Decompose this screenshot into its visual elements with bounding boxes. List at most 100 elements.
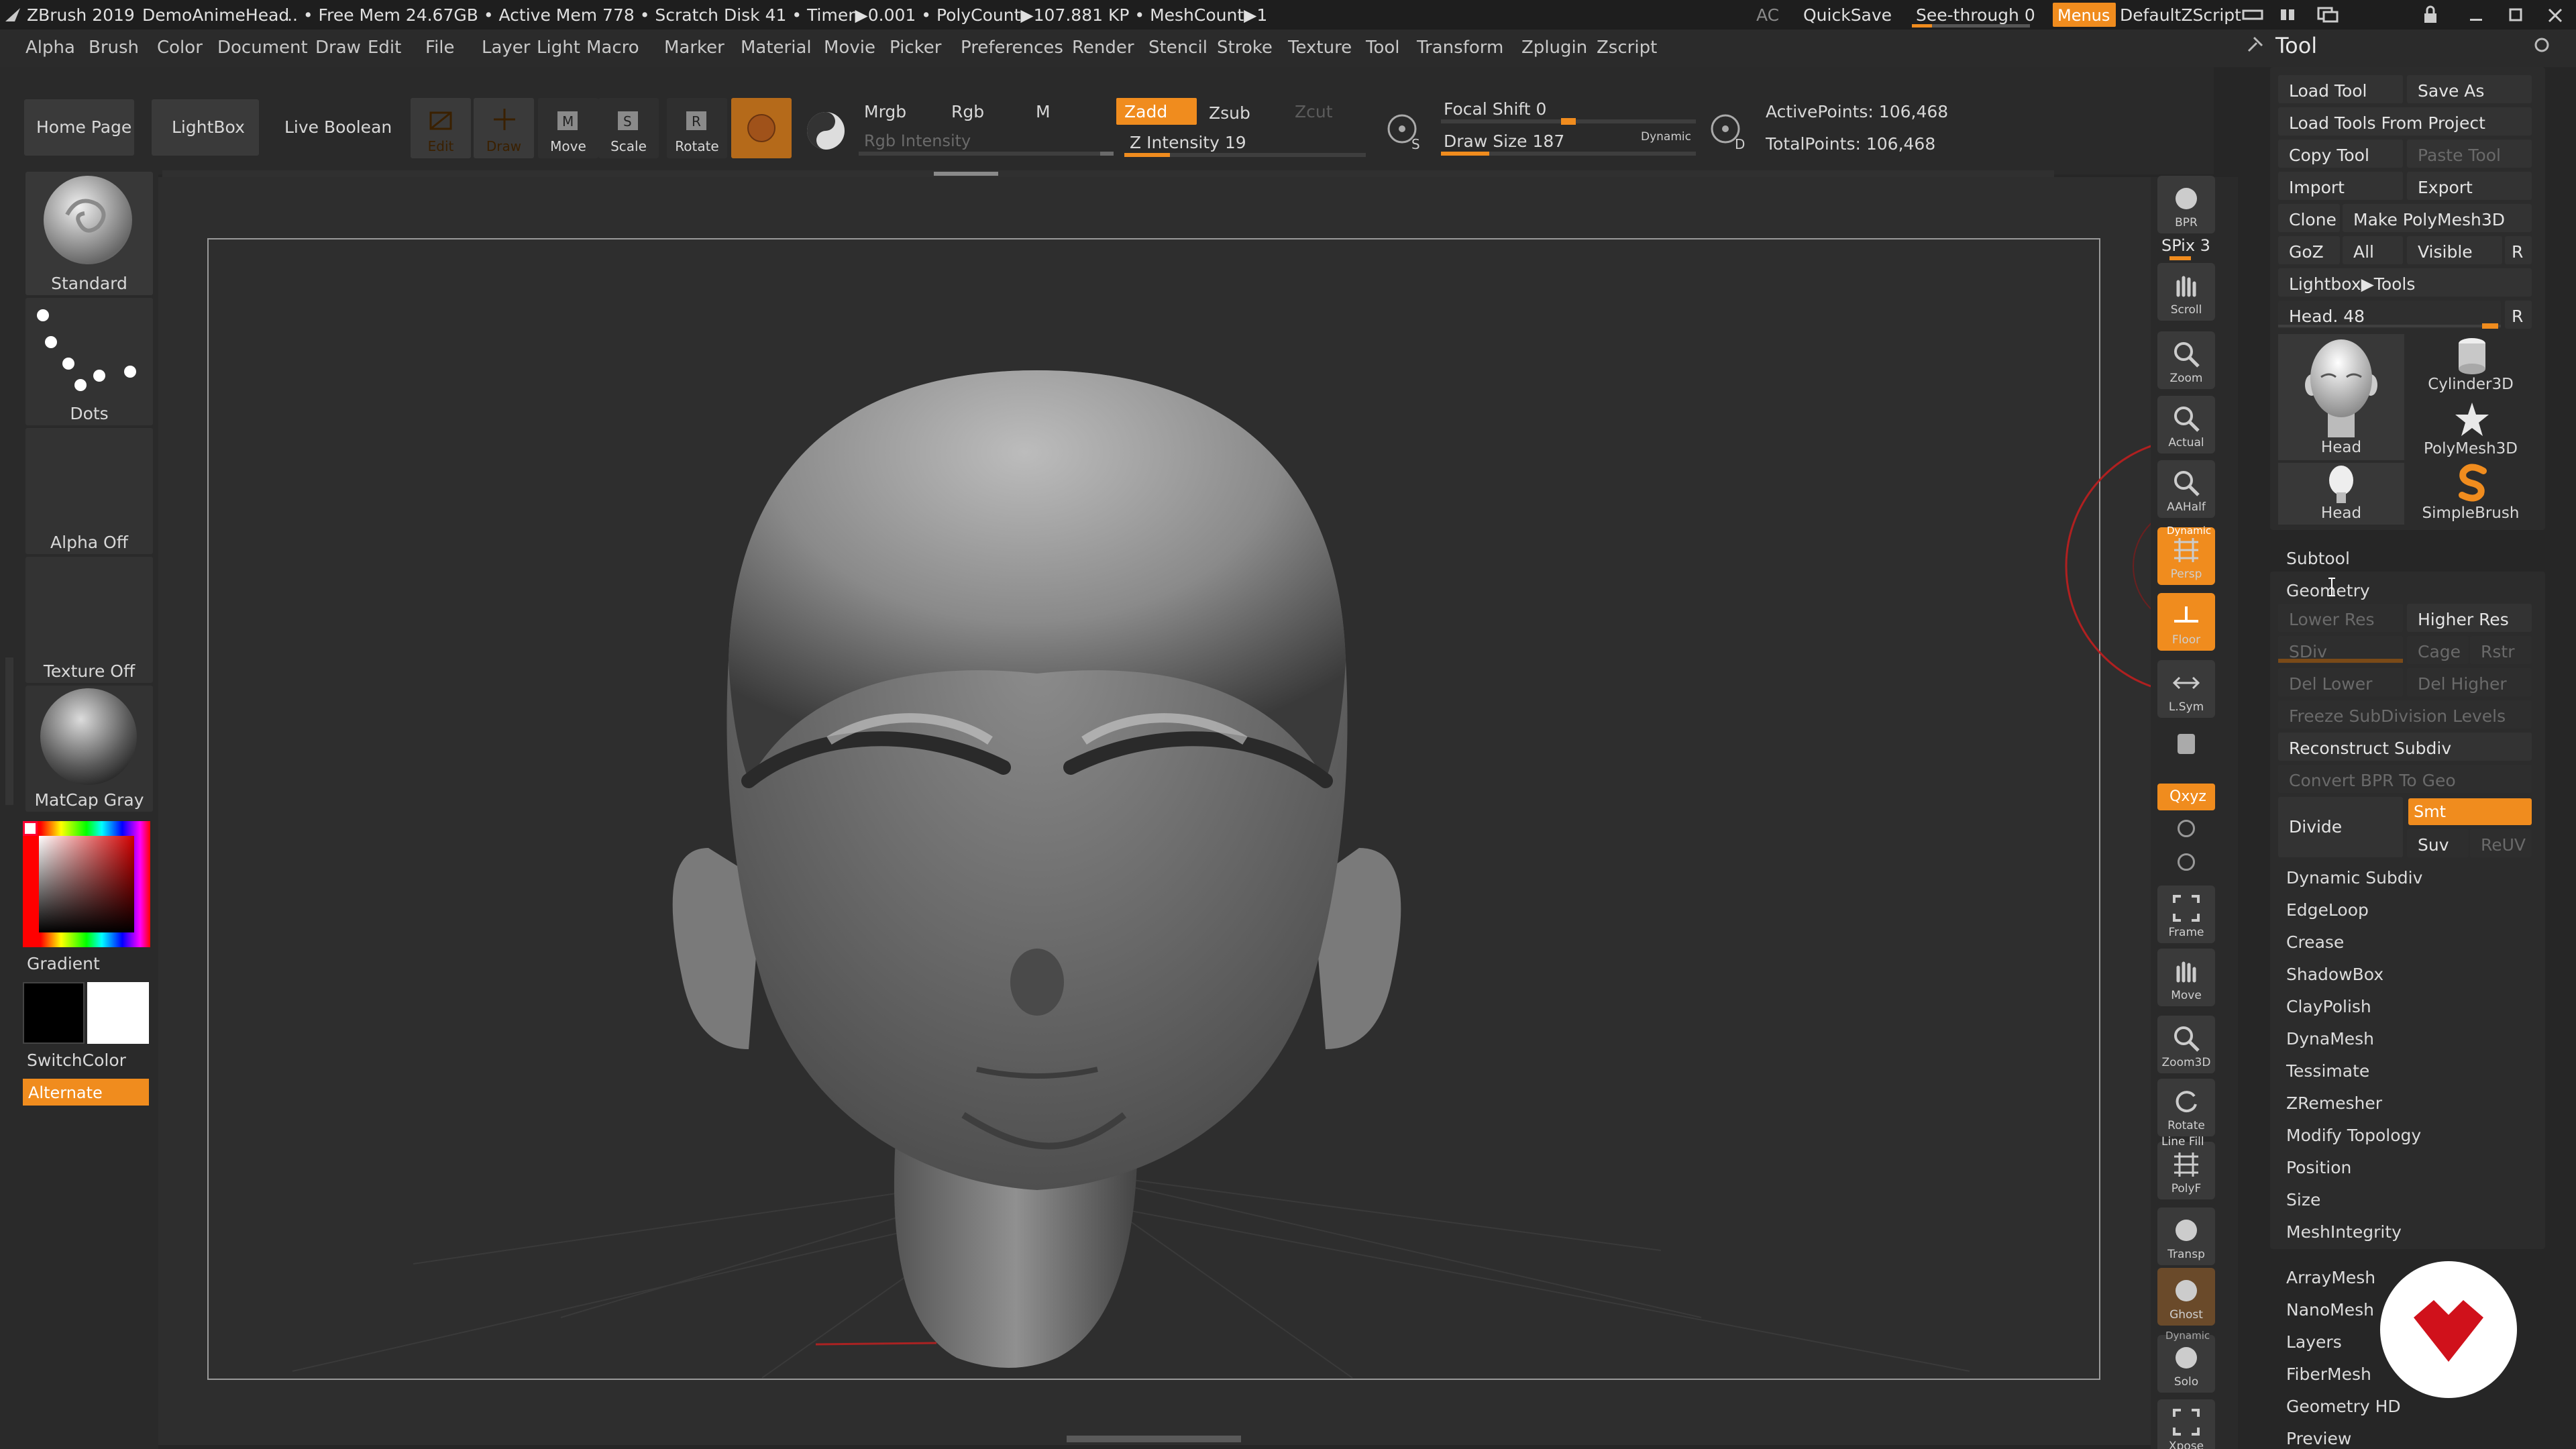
geo-item-claypolish[interactable]: ClayPolish bbox=[2278, 990, 2532, 1020]
focal-shift-slider[interactable]: Focal Shift 0 bbox=[1444, 101, 1546, 117]
lock-icon[interactable] bbox=[2420, 4, 2440, 24]
move-view-button[interactable]: Move bbox=[2157, 949, 2215, 1006]
import-button[interactable]: Import bbox=[2278, 172, 2403, 200]
default-zscript-button[interactable]: DefaultZScript bbox=[2120, 7, 2241, 23]
switchcolor-button[interactable]: SwitchColor bbox=[27, 1052, 126, 1069]
tool-section-nanomesh[interactable]: NanoMesh bbox=[2278, 1293, 2385, 1323]
menu-layer[interactable]: Layer bbox=[482, 39, 531, 56]
reuv-toggle[interactable]: ReUV bbox=[2470, 829, 2532, 857]
spix-slider[interactable]: SPix 3 bbox=[2161, 237, 2210, 254]
geo-item-crease[interactable]: Crease bbox=[2278, 926, 2532, 955]
menu-draw[interactable]: Draw bbox=[315, 39, 361, 56]
ghost-button[interactable]: Ghost bbox=[2157, 1268, 2215, 1326]
clone-button[interactable]: Clone bbox=[2278, 204, 2340, 232]
m-button[interactable]: M bbox=[1036, 103, 1051, 120]
mrgb-button[interactable]: Mrgb bbox=[864, 103, 906, 120]
menu-transform[interactable]: Transform bbox=[1417, 39, 1503, 56]
lower-res-button[interactable]: Lower Res bbox=[2278, 604, 2403, 632]
solo-button[interactable]: Solo bbox=[2157, 1335, 2215, 1393]
higher-res-button[interactable]: Higher Res bbox=[2407, 604, 2532, 632]
layout-icon[interactable] bbox=[2278, 5, 2302, 24]
menu-tool[interactable]: Tool bbox=[1366, 39, 1400, 56]
tool-pin-icon[interactable] bbox=[2245, 34, 2266, 55]
focal-shift-track[interactable] bbox=[1441, 118, 1696, 125]
geo-item-shadowbox[interactable]: ShadowBox bbox=[2278, 958, 2532, 987]
export-button[interactable]: Export bbox=[2407, 172, 2532, 200]
actual-button[interactable]: Actual bbox=[2157, 396, 2215, 453]
seethrough-slider[interactable]: See-through 0 bbox=[1916, 7, 2035, 23]
material-preview-button[interactable] bbox=[731, 98, 792, 158]
del-higher-button[interactable]: Del Higher bbox=[2407, 668, 2532, 696]
menu-macro[interactable]: Macro bbox=[586, 39, 639, 56]
tool-thumb-simplebrush[interactable]: SimpleBrush bbox=[2407, 463, 2534, 525]
floor-button[interactable]: Floor bbox=[2157, 593, 2215, 651]
reconstruct-subdiv-button[interactable]: Reconstruct Subdiv bbox=[2278, 733, 2532, 761]
menu-color[interactable]: Color bbox=[157, 39, 203, 56]
tool-section-geometry-hd[interactable]: Geometry HD bbox=[2278, 1390, 2401, 1419]
stroke-selector[interactable]: Dots bbox=[25, 298, 153, 425]
menu-light[interactable]: Light bbox=[537, 39, 580, 56]
refresh-icon[interactable] bbox=[2532, 35, 2552, 55]
make-polymesh3d-button[interactable]: Make PolyMesh3D bbox=[2343, 204, 2532, 232]
tool-r-button[interactable]: R bbox=[2505, 301, 2532, 329]
lock-pivot-icon[interactable] bbox=[2178, 734, 2195, 754]
draw-button[interactable]: Draw bbox=[474, 98, 534, 158]
menu-picker[interactable]: Picker bbox=[890, 39, 941, 56]
zoom3d-button[interactable]: Zoom3D bbox=[2157, 1016, 2215, 1073]
menu-alpha[interactable]: Alpha bbox=[25, 39, 75, 56]
menu-render[interactable]: Render bbox=[1072, 39, 1134, 56]
zcut-button[interactable]: Zcut bbox=[1295, 103, 1333, 120]
geo-item-zremesher[interactable]: ZRemesher bbox=[2278, 1087, 2532, 1116]
tool-thumb-polymesh3d[interactable]: PolyMesh3D bbox=[2407, 398, 2534, 460]
color-picker[interactable] bbox=[23, 821, 150, 947]
sdiv-slider[interactable]: SDiv bbox=[2278, 636, 2403, 664]
zadd-button[interactable]: Zadd bbox=[1116, 98, 1197, 125]
lightbox-button[interactable]: LightBox bbox=[152, 99, 259, 156]
paste-tool-button[interactable]: Paste Tool bbox=[2407, 140, 2532, 168]
geo-item-dynamic-subdiv[interactable]: Dynamic Subdiv bbox=[2278, 861, 2532, 891]
windows-icon[interactable] bbox=[2316, 5, 2340, 24]
menu-material[interactable]: Material bbox=[741, 39, 812, 56]
lazy-mouse-s-icon[interactable]: S bbox=[1385, 111, 1425, 152]
transp-button[interactable]: Transp bbox=[2157, 1208, 2215, 1265]
color-mode-icon[interactable] bbox=[802, 107, 849, 154]
main-color-swatch[interactable] bbox=[23, 982, 85, 1044]
rotate-button[interactable]: R Rotate bbox=[667, 98, 727, 158]
frame-button[interactable]: Frame bbox=[2157, 885, 2215, 943]
geo-item-dynamesh[interactable]: DynaMesh bbox=[2278, 1022, 2532, 1052]
move-button[interactable]: M Move bbox=[538, 98, 598, 158]
menu-brush[interactable]: Brush bbox=[89, 39, 139, 56]
menu-preferences[interactable]: Preferences bbox=[961, 39, 1063, 56]
menu-file[interactable]: File bbox=[425, 39, 455, 56]
draw-size-slider[interactable]: Draw Size 187 bbox=[1444, 133, 1564, 150]
aahalf-button[interactable]: AAHalf bbox=[2157, 460, 2215, 518]
goz-visible-button[interactable]: Visible bbox=[2407, 236, 2502, 264]
lightbox-tools-button[interactable]: Lightbox▶Tools bbox=[2278, 268, 2532, 297]
menu-stroke[interactable]: Stroke bbox=[1217, 39, 1273, 56]
local-rotate-icon[interactable] bbox=[2178, 853, 2195, 871]
minimize-icon[interactable] bbox=[2466, 5, 2486, 24]
gradient-label[interactable]: Gradient bbox=[27, 955, 100, 972]
home-page-button[interactable]: Home Page bbox=[24, 99, 134, 156]
xyz-symmetry-button[interactable]: Qxyz bbox=[2157, 784, 2215, 810]
menu-zscript[interactable]: Zscript bbox=[1597, 39, 1657, 56]
quicksave-button[interactable]: QuickSave bbox=[1803, 7, 1892, 23]
goz-r-button[interactable]: R bbox=[2505, 236, 2532, 264]
rotate-axis-icon[interactable] bbox=[2178, 820, 2195, 837]
zsub-button[interactable]: Zsub bbox=[1209, 105, 1250, 121]
geo-item-meshintegrity[interactable]: MeshIntegrity bbox=[2278, 1216, 2532, 1245]
menu-document[interactable]: Document bbox=[217, 39, 308, 56]
polyf-button[interactable]: PolyF bbox=[2157, 1142, 2215, 1199]
bpr-button[interactable]: BPR bbox=[2157, 176, 2215, 233]
alpha-selector[interactable]: Alpha Off bbox=[25, 428, 153, 554]
load-tools-from-project-button[interactable]: Load Tools From Project bbox=[2278, 107, 2532, 136]
goz-button[interactable]: GoZ bbox=[2278, 236, 2340, 264]
smt-toggle[interactable]: Smt bbox=[2408, 798, 2532, 825]
copy-tool-button[interactable]: Copy Tool bbox=[2278, 140, 2403, 168]
scale-button[interactable]: S Scale bbox=[598, 98, 659, 158]
geo-item-edgeloop[interactable]: EdgeLoop bbox=[2278, 894, 2532, 923]
menu-marker[interactable]: Marker bbox=[664, 39, 724, 56]
xpose-button[interactable]: Xpose bbox=[2157, 1399, 2215, 1449]
scroll-button[interactable]: Scroll bbox=[2157, 263, 2215, 321]
tool-section-arraymesh[interactable]: ArrayMesh bbox=[2278, 1261, 2385, 1291]
